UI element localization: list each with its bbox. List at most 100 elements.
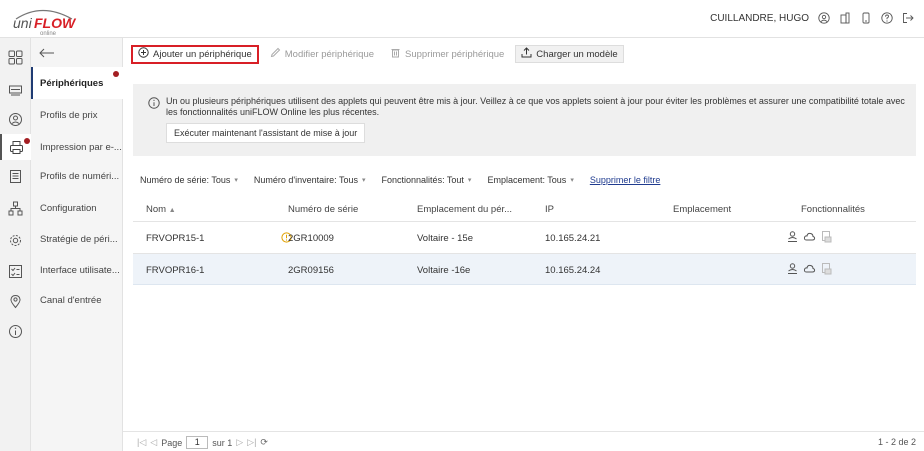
device-ip: 10.165.24.21 — [545, 233, 601, 244]
chevron-down-icon: ▾ — [362, 177, 366, 184]
user-icon[interactable] — [818, 12, 830, 24]
feature-icons — [786, 230, 833, 246]
device-name: FRVOPR15-1 — [146, 233, 205, 244]
subnav-item-label: Profils de prix — [40, 109, 98, 121]
first-page-icon[interactable]: |◁ — [137, 437, 146, 448]
user-print-icon — [786, 230, 799, 246]
gear-icon[interactable] — [0, 227, 31, 253]
serial-filter-label: Numéro de série: Tous — [140, 175, 231, 185]
svg-text:uni: uni — [13, 15, 33, 31]
add-circle-icon — [138, 47, 149, 61]
logout-icon[interactable] — [902, 12, 914, 24]
subnav-item-profils-de-prix[interactable]: Profils de prix — [31, 99, 123, 131]
load-template-label: Charger un modèle — [536, 48, 618, 60]
user-circle-icon[interactable] — [0, 106, 31, 132]
last-page-icon[interactable]: ▷| — [247, 437, 256, 448]
apps-grid-icon[interactable] — [0, 44, 31, 70]
delete-device-label: Supprimer périphérique — [405, 48, 505, 60]
banner-message: Un ou plusieurs périphériques utilisent … — [166, 96, 905, 117]
update-info-banner: Un ou plusieurs périphériques utilisent … — [133, 84, 916, 156]
column-header-ip[interactable]: IP — [545, 204, 554, 215]
mobile-icon[interactable] — [860, 12, 872, 24]
back-arrow-icon[interactable] — [39, 47, 55, 59]
features-filter-label: Fonctionnalités: Tout — [381, 175, 464, 185]
svg-text:online: online — [40, 31, 57, 35]
chevron-down-icon: ▾ — [467, 177, 472, 184]
inventory-filter[interactable]: Numéro d'inventaire: Tous ▾ — [254, 175, 366, 185]
subnav-item-configuration[interactable]: Configuration — [31, 192, 123, 224]
location-filter[interactable]: Emplacement: Tous ▾ — [487, 175, 573, 185]
notification-dot — [24, 138, 30, 144]
column-header-location[interactable]: Emplacement — [673, 204, 731, 215]
page-number-input[interactable]: 1 — [186, 436, 209, 449]
feature-icons — [786, 262, 833, 278]
edit-device-label: Modifier périphérique — [284, 48, 375, 60]
sub-navigation: Périphériques Profils de prix Impression… — [31, 38, 123, 451]
info-icon[interactable] — [0, 318, 31, 344]
subnav-item-interface-utilisateur[interactable]: Interface utilisate... — [31, 254, 123, 286]
refresh-icon[interactable]: ⟳ — [260, 437, 268, 448]
subnav-item-strategie[interactable]: Stratégie de péri... — [31, 223, 123, 255]
info-icon — [148, 97, 160, 109]
chevron-down-icon: ▾ — [570, 177, 574, 184]
upload-icon — [521, 47, 532, 61]
subnav-item-label: Périphériques — [40, 77, 104, 89]
printer-list-icon[interactable] — [0, 76, 31, 102]
top-header: uni FLOW online CUILLANDRE, HUGO — [0, 0, 924, 38]
filter-bar: Numéro de série: Tous ▾ Numéro d'inventa… — [140, 175, 660, 185]
delete-device-button[interactable]: Supprimer périphérique — [385, 45, 510, 63]
page-label: Page — [161, 437, 183, 448]
document-icon[interactable] — [0, 163, 31, 189]
table-row[interactable]: FRVOPR15-1 2GR10009 Voltaire - 15e 10.16… — [133, 221, 916, 253]
device-location: Voltaire -16e — [417, 265, 471, 276]
cloud-icon — [803, 230, 816, 246]
trash-icon — [390, 47, 401, 61]
subnav-item-profils-numerisation[interactable]: Profils de numéri... — [31, 160, 123, 192]
pencil-icon — [270, 47, 281, 61]
sort-ascending-icon: ▲ — [168, 207, 176, 214]
previous-page-icon[interactable]: ◁ — [150, 437, 157, 448]
column-header-name-label: Nom — [146, 204, 167, 215]
printer-icon[interactable] — [0, 134, 31, 160]
subnav-item-label: Canal d'entrée — [40, 294, 102, 306]
device-serial: 2GR09156 — [288, 265, 334, 276]
location-pin-icon[interactable] — [0, 288, 31, 314]
subnav-item-label: Stratégie de péri... — [40, 233, 118, 245]
column-header-serial[interactable]: Numéro de série — [288, 204, 358, 215]
column-header-device-location[interactable]: Emplacement du pér... — [417, 204, 512, 215]
device-serial: 2GR10009 — [288, 233, 334, 244]
run-update-wizard-button[interactable]: Exécuter maintenant l'assistant de mise … — [166, 123, 366, 143]
features-filter[interactable]: Fonctionnalités: Tout ▾ — [382, 175, 472, 185]
uniflow-logo[interactable]: uni FLOW online — [6, 5, 80, 37]
network-icon[interactable] — [0, 195, 31, 221]
devices-table: Nom ▲ Numéro de série Emplacement du pér… — [133, 197, 916, 285]
scan-icon — [820, 230, 833, 246]
clear-filter-link[interactable]: Supprimer le filtre — [590, 175, 661, 185]
device-location: Voltaire - 15e — [417, 233, 473, 244]
user-name[interactable]: CUILLANDRE, HUGO — [710, 13, 809, 24]
column-header-features[interactable]: Fonctionnalités — [801, 204, 865, 215]
column-header-name[interactable]: Nom ▲ — [146, 204, 176, 215]
pagination-bar: |◁ ◁ Page 1 sur 1 ▷ ▷| ⟳ 1 - 2 de 2 — [123, 431, 924, 451]
subnav-item-impression-email[interactable]: Impression par e-... — [31, 131, 123, 163]
add-device-button[interactable]: Ajouter un périphérique — [131, 44, 259, 64]
page-total-label: sur 1 — [212, 437, 233, 448]
table-row[interactable]: FRVOPR16-1 2GR09156 Voltaire -16e 10.165… — [133, 253, 916, 285]
subnav-item-label: Profils de numéri... — [40, 170, 120, 182]
edit-device-button[interactable]: Modifier périphérique — [264, 45, 380, 63]
checklist-icon[interactable] — [0, 258, 31, 284]
help-icon[interactable] — [881, 12, 893, 24]
notification-dot — [113, 71, 119, 77]
toolbar: Ajouter un périphérique Modifier périphé… — [123, 38, 924, 70]
svg-text:FLOW: FLOW — [34, 15, 77, 31]
user-print-icon — [786, 262, 799, 278]
subnav-item-canal-entree[interactable]: Canal d'entrée — [31, 284, 123, 316]
device-icon[interactable] — [839, 12, 851, 24]
serial-filter[interactable]: Numéro de série: Tous ▾ — [140, 175, 238, 185]
cloud-icon — [803, 262, 816, 278]
next-page-icon[interactable]: ▷ — [236, 437, 243, 448]
load-template-button[interactable]: Charger un modèle — [515, 45, 624, 63]
subnav-item-peripheriques[interactable]: Périphériques — [31, 67, 123, 99]
location-filter-label: Emplacement: Tous — [487, 175, 567, 185]
record-count: 1 - 2 de 2 — [877, 437, 916, 447]
